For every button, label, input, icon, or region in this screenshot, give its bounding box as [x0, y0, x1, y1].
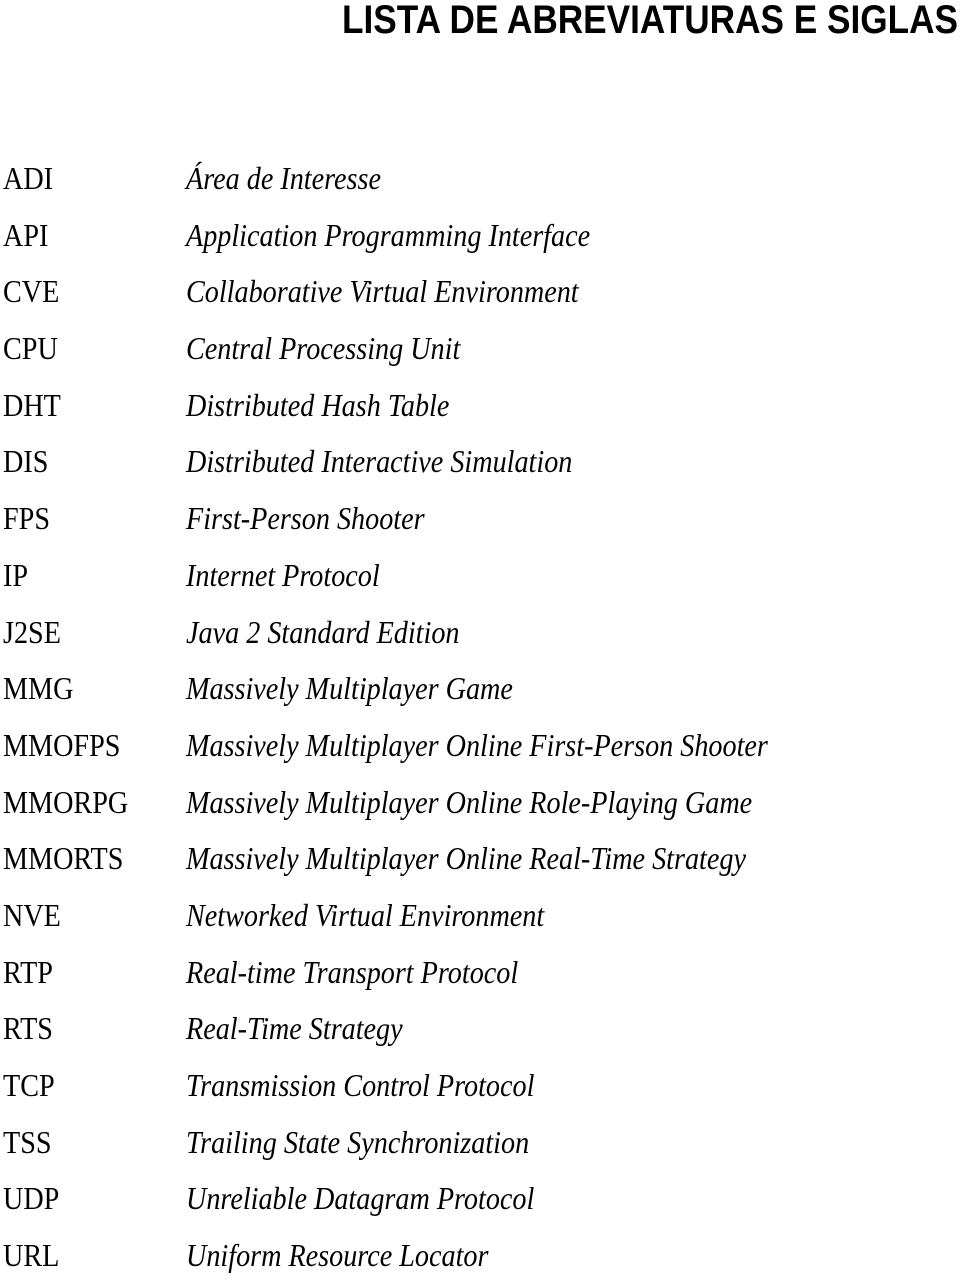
abbreviation-row: TCP Transmission Control Protocol: [0, 1057, 960, 1114]
abbreviation-term: J2SE: [3, 613, 61, 650]
abbreviation-definition: Central Processing Unit: [186, 330, 461, 367]
abbreviation-row: CVE Collaborative Virtual Environment: [0, 263, 960, 320]
page-title: LISTA DE ABREVIATURAS E SIGLAS: [341, 0, 958, 42]
abbreviation-term: FPS: [3, 500, 50, 537]
abbreviation-row: DHT Distributed Hash Table: [0, 377, 960, 434]
abbreviation-term: DHT: [3, 386, 61, 423]
abbreviation-term: DIS: [3, 443, 49, 480]
abbreviation-definition: Collaborative Virtual Environment: [186, 273, 579, 310]
abbreviation-definition: Trailing State Synchronization: [186, 1123, 530, 1160]
abbreviation-term: MMORPG: [3, 783, 129, 820]
abbreviation-definition: Massively Multiplayer Game: [186, 670, 513, 707]
abbreviation-definition: First-Person Shooter: [186, 500, 425, 537]
abbreviation-row: CPU Central Processing Unit: [0, 320, 960, 377]
abbreviation-definition: Networked Virtual Environment: [186, 896, 545, 933]
abbreviation-term: CPU: [3, 330, 58, 367]
abbreviation-row: NVE Networked Virtual Environment: [0, 887, 960, 944]
abbreviation-term: API: [3, 216, 49, 253]
abbreviation-row: TSS Trailing State Synchronization: [0, 1114, 960, 1171]
abbreviation-definition: Massively Multiplayer Online First-Perso…: [186, 726, 768, 763]
abbreviation-term: MMG: [3, 670, 74, 707]
abbreviation-definition: Real-Time Strategy: [186, 1010, 403, 1047]
abbreviation-row: URL Uniform Resource Locator: [0, 1227, 960, 1284]
abbreviation-row: MMG Massively Multiplayer Game: [0, 660, 960, 717]
abbreviation-term: RTP: [3, 953, 53, 990]
abbreviation-list: ADI Área de Interesse API Application Prog…: [0, 150, 960, 1284]
abbreviation-row: RTP Real-time Transport Protocol: [0, 944, 960, 1001]
abbreviation-row: MMORPG Massively Multiplayer Online Role-…: [0, 774, 960, 831]
abbreviation-definition: Java 2 Standard Edition: [186, 613, 460, 650]
abbreviation-term: RTS: [3, 1010, 53, 1047]
abbreviation-term: TSS: [3, 1123, 52, 1160]
abbreviation-definition: Real-time Transport Protocol: [186, 953, 519, 990]
abbreviation-row: MMORTS Massively Multiplayer Online Real-…: [0, 830, 960, 887]
abbreviation-term: MMORTS: [3, 840, 124, 877]
abbreviation-row: ADI Área de Interesse: [0, 150, 960, 207]
abbreviation-term: NVE: [3, 896, 61, 933]
abbreviation-term: URL: [3, 1237, 60, 1274]
abbreviation-definition: Internet Protocol: [186, 556, 380, 593]
abbreviation-term: CVE: [3, 273, 60, 310]
abbreviation-definition: Distributed Hash Table: [186, 386, 450, 423]
abbreviation-row: RTS Real-Time Strategy: [0, 1000, 960, 1057]
abbreviation-term: TCP: [3, 1067, 55, 1103]
abbreviation-term: ADI: [3, 160, 54, 196]
abbreviation-term: IP: [3, 556, 29, 593]
abbreviation-row: FPS First-Person Shooter: [0, 490, 960, 547]
abbreviation-term: MMOFPS: [3, 726, 121, 763]
abbreviation-definition: Unreliable Datagram Protocol: [186, 1180, 535, 1217]
abbreviation-term: UDP: [3, 1180, 60, 1217]
abbreviation-row: API Application Programming Interface: [0, 207, 960, 264]
abbreviation-definition: Uniform Resource Locator: [186, 1237, 489, 1274]
abbreviation-definition: Massively Multiplayer Online Role-Playin…: [186, 783, 753, 820]
abbreviation-definition: Área de Interesse: [186, 160, 381, 196]
abbreviation-row: DIS Distributed Interactive Simulation: [0, 433, 960, 490]
abbreviation-definition: Massively Multiplayer Online Real-Time S…: [186, 840, 746, 877]
abbreviation-definition: Application Programming Interface: [186, 216, 591, 253]
abbreviation-row: UDP Unreliable Datagram Protocol: [0, 1170, 960, 1227]
abbreviation-row: MMOFPS Massively Multiplayer Online First…: [0, 717, 960, 774]
abbreviation-definition: Distributed Interactive Simulation: [186, 443, 573, 480]
abbreviation-definition: Transmission Control Protocol: [186, 1067, 535, 1103]
abbreviation-row: IP Internet Protocol: [0, 547, 960, 604]
abbreviation-row: J2SE Java 2 Standard Edition: [0, 604, 960, 661]
